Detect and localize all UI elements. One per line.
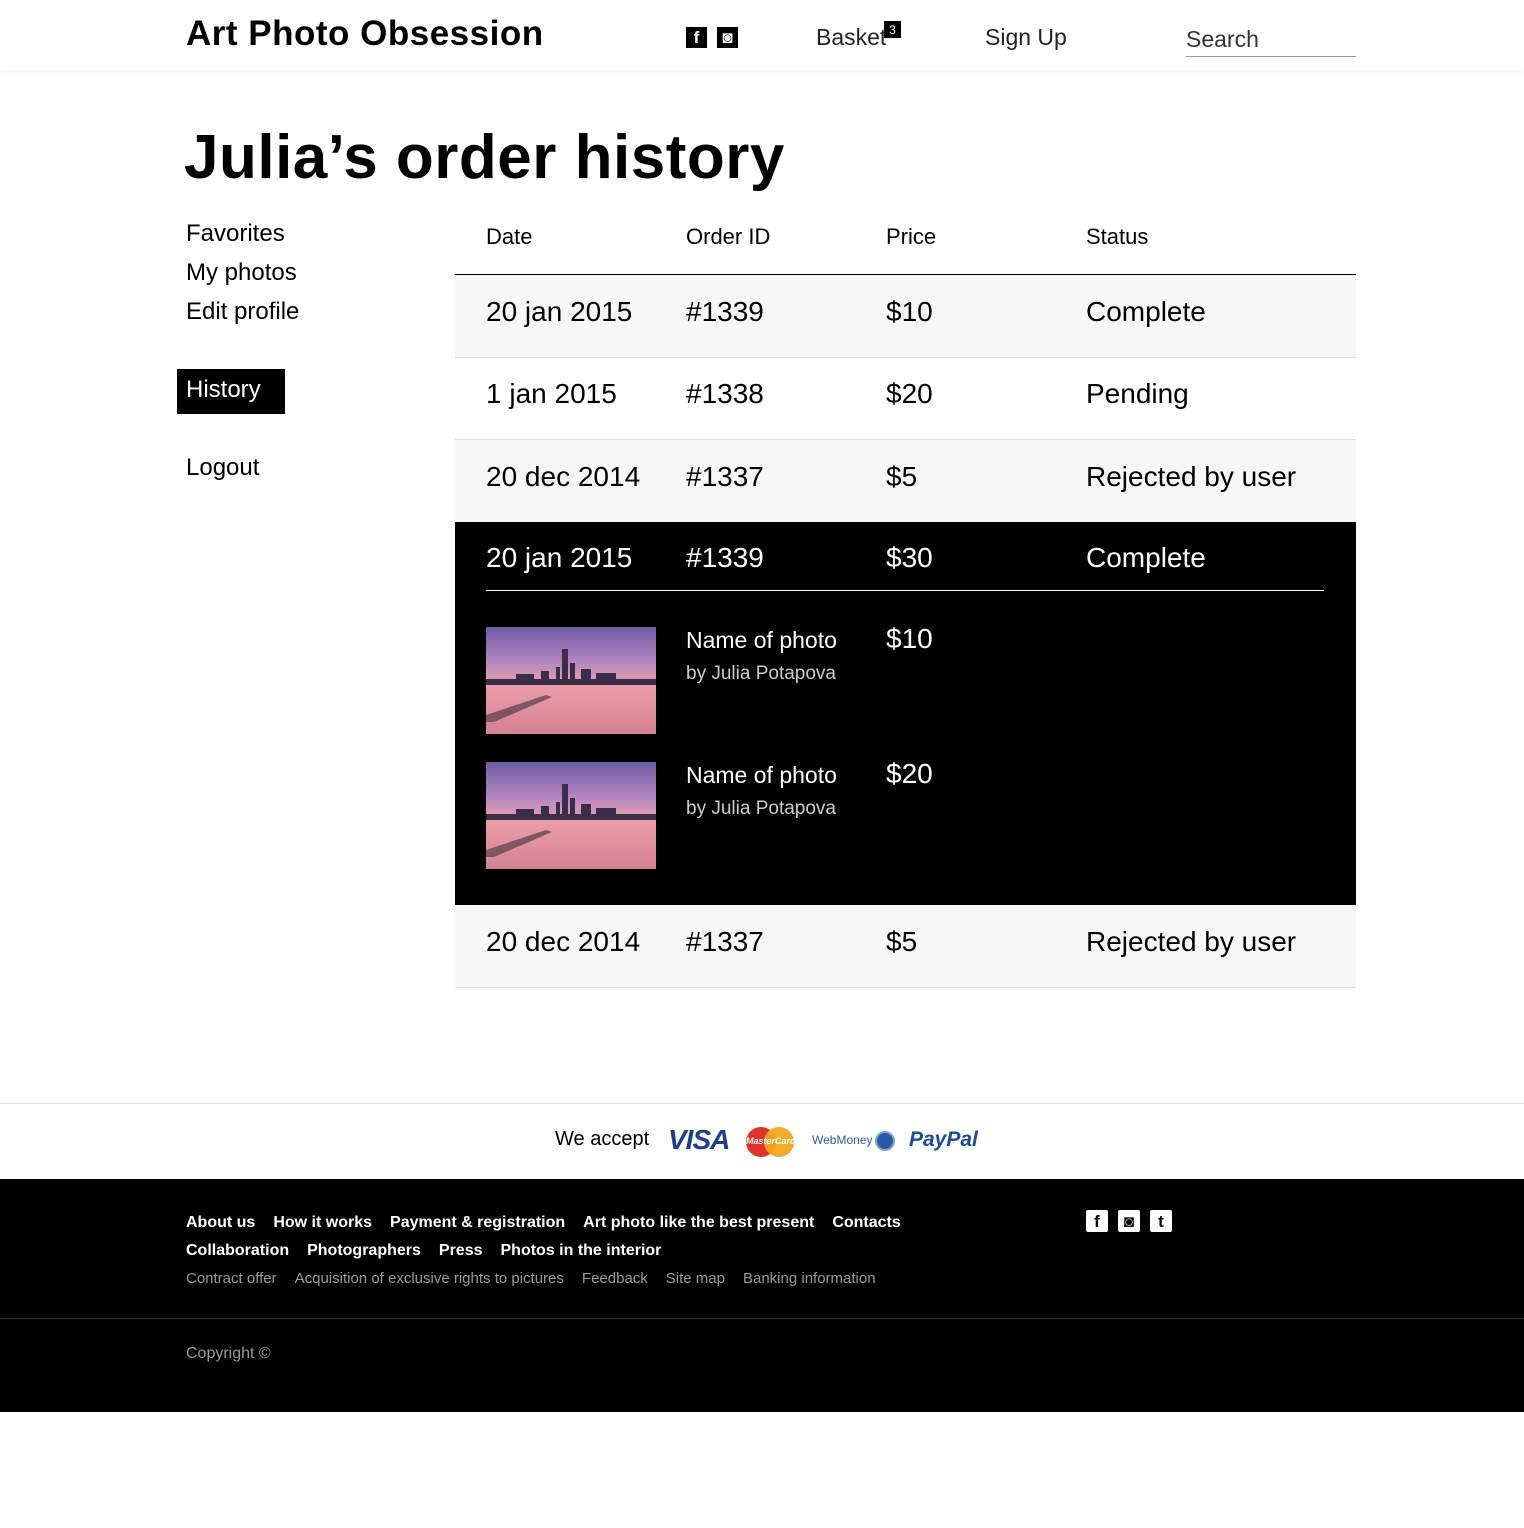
order-item: Name of photo by Julia Potapova $20 xyxy=(486,758,1306,870)
signup-link[interactable]: Sign Up xyxy=(985,24,1067,51)
order-id: #1337 xyxy=(686,926,764,957)
expanded-order[interactable]: 20 jan 2015 #1339 $30 Complete Name of p… xyxy=(455,522,1356,905)
logout-link[interactable]: Logout xyxy=(186,454,259,482)
copyright: Copyright © xyxy=(186,1345,271,1362)
table-row[interactable]: 20 jan 2015 #1339 $10 Complete xyxy=(455,275,1356,358)
sidebar-item-my-photos[interactable]: My photos xyxy=(186,259,297,287)
payment-methods: We accept VISA MasterCard WebMoney PayPa… xyxy=(0,1103,1524,1179)
order-status: Pending xyxy=(1086,378,1189,409)
footer-link-contacts[interactable]: Contacts xyxy=(832,1214,900,1232)
site-header: Art Photo Obsession f ◙ Basket 3 Sign Up xyxy=(0,0,1524,70)
footer-link-payment-registration[interactable]: Payment & registration xyxy=(390,1214,565,1232)
footer-links-secondary: Collaboration Photographers Press Photos… xyxy=(186,1242,661,1260)
photo-author[interactable]: by Julia Potapova xyxy=(686,798,836,820)
order-id: #1339 xyxy=(686,296,764,327)
order-status: Complete xyxy=(1086,296,1206,327)
mastercard-logo: MasterCard xyxy=(746,1127,796,1157)
photo-author[interactable]: by Julia Potapova xyxy=(686,663,836,685)
we-accept-label: We accept xyxy=(555,1128,650,1150)
search-input[interactable] xyxy=(1186,22,1356,57)
column-header-status[interactable]: Status xyxy=(1086,224,1148,250)
tumblr-icon[interactable]: t xyxy=(1150,1210,1172,1232)
page-title: Julia’s order history xyxy=(184,123,785,192)
footer-link-how-it-works[interactable]: How it works xyxy=(273,1214,372,1232)
table-row[interactable]: 1 jan 2015 #1338 $20 Pending xyxy=(455,357,1356,440)
footer-link-photos-interior[interactable]: Photos in the interior xyxy=(501,1242,662,1260)
site-logo[interactable]: Art Photo Obsession xyxy=(186,14,544,54)
order-price: $30 xyxy=(886,542,933,573)
column-header-price[interactable]: Price xyxy=(886,224,936,250)
order-date: 20 jan 2015 xyxy=(486,542,633,573)
order-price: $5 xyxy=(886,926,918,957)
order-date: 20 dec 2014 xyxy=(486,926,641,957)
sidebar-item-edit-profile[interactable]: Edit profile xyxy=(186,298,299,326)
footer-link-about-us[interactable]: About us xyxy=(186,1214,255,1232)
order-date: 20 dec 2014 xyxy=(486,461,641,492)
order-price: $5 xyxy=(886,461,918,492)
order-price: $20 xyxy=(886,378,933,409)
basket-link[interactable]: Basket xyxy=(816,24,886,51)
footer-link-contract-offer[interactable]: Contract offer xyxy=(186,1270,277,1287)
photo-thumbnail[interactable] xyxy=(486,762,656,869)
sidebar-item-favorites[interactable]: Favorites xyxy=(186,220,285,248)
table-row[interactable]: 20 dec 2014 #1337 $5 Rejected by user xyxy=(455,440,1356,523)
order-id: #1337 xyxy=(686,461,764,492)
footer-social: f ◙ t xyxy=(1086,1210,1172,1232)
paypal-logo: PayPal xyxy=(909,1128,978,1151)
header-social: f ◙ xyxy=(686,27,738,48)
instagram-icon[interactable]: ◙ xyxy=(717,27,738,48)
webmoney-globe-icon xyxy=(875,1131,895,1151)
column-header-date[interactable]: Date xyxy=(486,224,532,250)
photo-thumbnail[interactable] xyxy=(486,627,656,734)
order-price: $10 xyxy=(886,296,933,327)
footer-divider xyxy=(0,1318,1524,1319)
sidebar-item-history[interactable]: History xyxy=(177,369,285,414)
facebook-icon[interactable]: f xyxy=(1086,1210,1108,1232)
instagram-icon[interactable]: ◙ xyxy=(1118,1210,1140,1232)
order-id: #1338 xyxy=(686,378,764,409)
footer-link-exclusive-rights[interactable]: Acquisition of exclusive rights to pictu… xyxy=(295,1270,564,1287)
footer-link-art-photo-present[interactable]: Art photo like the best present xyxy=(583,1214,814,1232)
footer-links-primary: About us How it works Payment & registra… xyxy=(186,1214,901,1232)
order-item: Name of photo by Julia Potapova $10 xyxy=(486,623,1306,735)
order-date: 1 jan 2015 xyxy=(486,378,617,409)
footer-links-tertiary: Contract offer Acquisition of exclusive … xyxy=(186,1270,876,1287)
footer-link-banking-info[interactable]: Banking information xyxy=(743,1270,876,1287)
footer-link-collaboration[interactable]: Collaboration xyxy=(186,1242,289,1260)
expanded-order-summary[interactable]: 20 jan 2015 #1339 $30 Complete xyxy=(486,522,1324,591)
basket-count-badge: 3 xyxy=(884,21,901,38)
order-status: Complete xyxy=(1086,542,1206,573)
order-id: #1339 xyxy=(686,542,764,573)
order-date: 20 jan 2015 xyxy=(486,296,633,327)
table-row[interactable]: 20 dec 2014 #1337 $5 Rejected by user xyxy=(455,905,1356,988)
footer-link-photographers[interactable]: Photographers xyxy=(307,1242,421,1260)
footer-link-press[interactable]: Press xyxy=(439,1242,483,1260)
facebook-icon[interactable]: f xyxy=(686,27,707,48)
photo-name[interactable]: Name of photo xyxy=(686,762,837,789)
order-table-header: Date Order ID Price Status xyxy=(455,222,1356,275)
site-footer: About us How it works Payment & registra… xyxy=(0,1179,1524,1412)
column-header-order-id[interactable]: Order ID xyxy=(686,224,770,250)
footer-link-site-map[interactable]: Site map xyxy=(666,1270,725,1287)
photo-name[interactable]: Name of photo xyxy=(686,627,837,654)
order-status: Rejected by user xyxy=(1086,926,1297,957)
visa-logo: VISA xyxy=(668,1124,730,1155)
footer-link-feedback[interactable]: Feedback xyxy=(582,1270,648,1287)
photo-price: $10 xyxy=(886,623,933,654)
order-status: Rejected by user xyxy=(1086,461,1297,492)
webmoney-logo: WebMoney xyxy=(812,1133,873,1147)
photo-price: $20 xyxy=(886,758,933,789)
